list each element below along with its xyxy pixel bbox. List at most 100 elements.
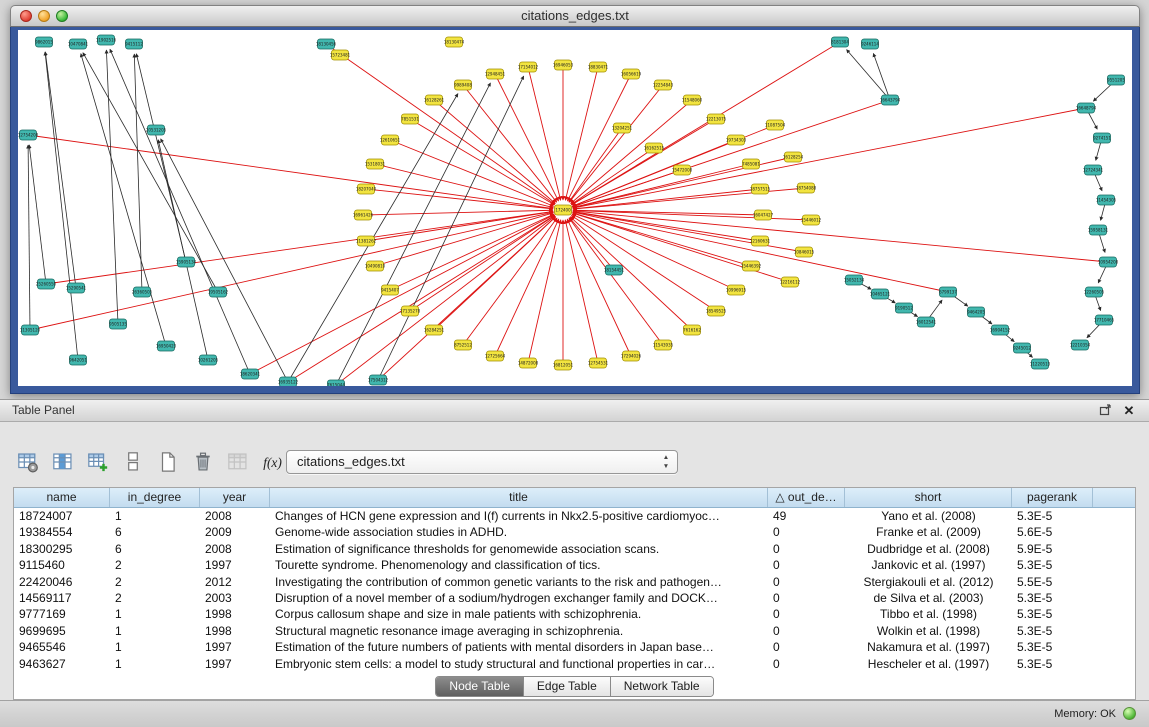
graph-node[interactable]: 25260550 <box>36 279 57 289</box>
graph-node[interactable]: 15446012 <box>801 215 822 225</box>
graph-node[interactable]: 17710465 <box>1094 315 1115 325</box>
graph-node[interactable]: 16812051 <box>553 360 574 370</box>
graph-node[interactable]: 17135278 <box>400 306 421 316</box>
graph-node[interactable]: 15723481 <box>330 50 351 60</box>
graph-node[interactable]: 12610651 <box>380 135 401 145</box>
graph-node[interactable]: 12210354 <box>1070 340 1091 350</box>
column-header-out_de[interactable]: △ out_de… <box>768 488 845 507</box>
delete-table-icon[interactable] <box>189 448 217 476</box>
graph-node[interactable]: 16047427 <box>753 210 774 220</box>
table-row[interactable]: 946554611997Estimation of the future num… <box>14 639 1135 655</box>
graph-node[interactable]: 11548060 <box>682 95 703 105</box>
add-column-icon[interactable] <box>84 448 112 476</box>
graph-node[interactable]: 9551205 <box>1107 75 1125 85</box>
graph-node[interactable]: 15446392 <box>741 261 762 271</box>
graph-node[interactable]: 11087504 <box>765 120 786 130</box>
graph-node[interactable]: 18130456 <box>316 39 337 49</box>
graph-node[interactable]: 16643794 <box>880 95 901 105</box>
graph-node[interactable]: 11305120 <box>20 325 41 335</box>
graph-node[interactable]: 11454305 <box>1096 195 1117 205</box>
graph-node[interactable]: 15958131 <box>1088 225 1109 235</box>
table-row[interactable]: 1456911722003Disruption of a novel membe… <box>14 590 1135 606</box>
graph-node[interactable]: 11902516 <box>96 35 117 45</box>
graph-node[interactable]: 15318031 <box>365 159 386 169</box>
graph-node[interactable]: 10996915 <box>726 285 747 295</box>
table-row[interactable]: 911546021997Tourette syndrome. Phenomeno… <box>14 557 1135 573</box>
graph-node[interactable]: 9989408 <box>454 80 472 90</box>
graph-node[interactable]: 26360505 <box>132 287 153 297</box>
tab-network-table[interactable]: Network Table <box>611 677 713 696</box>
column-header-pagerank[interactable]: pagerank <box>1012 488 1093 507</box>
graph-node[interactable]: 11220513 <box>1030 359 1051 369</box>
graph-node[interactable]: 18130474 <box>444 37 465 47</box>
graph-node[interactable]: 16012541 <box>916 317 937 327</box>
graph-node[interactable]: 172400 <box>555 205 572 215</box>
graph-node[interactable]: 12754208 <box>18 130 39 140</box>
graph-node[interactable]: 16961426 <box>353 210 374 220</box>
graph-node[interactable]: 10261205 <box>198 355 219 365</box>
graph-node[interactable]: 13204251 <box>612 123 633 133</box>
close-panel-icon[interactable]: ✕ <box>1121 403 1137 419</box>
graph-node[interactable]: 19505162 <box>208 287 229 297</box>
graph-node[interactable]: 16056619 <box>621 69 642 79</box>
network-window-titlebar[interactable]: citations_edges.txt <box>10 5 1140 27</box>
minimize-window-button[interactable] <box>38 10 50 22</box>
column-header-in_degree[interactable]: in_degree <box>110 488 200 507</box>
graph-node[interactable]: 7615044 <box>327 380 345 386</box>
graph-node[interactable]: 7851531 <box>401 114 419 124</box>
graph-node[interactable]: 17154012 <box>518 62 539 72</box>
graph-node[interactable]: 19734303 <box>726 135 747 145</box>
graph-node[interactable]: 9862015 <box>35 37 53 47</box>
graph-node[interactable]: 12213075 <box>706 114 727 124</box>
graph-node[interactable]: 11381262 <box>356 236 377 246</box>
graph-node[interactable]: 15905134 <box>176 257 197 267</box>
graph-node[interactable]: 16950423 <box>156 341 177 351</box>
graph-node[interactable]: 11543935 <box>653 340 674 350</box>
graph-node[interactable]: 6799137 <box>939 287 957 297</box>
graph-node[interactable]: 18830471 <box>588 62 609 72</box>
tab-node-table[interactable]: Node Table <box>436 677 524 696</box>
table-row[interactable]: 969969511998Structural magnetic resonanc… <box>14 623 1135 639</box>
graph-node[interactable]: 12216112 <box>780 277 801 287</box>
graph-node[interactable]: 14872008 <box>518 358 539 368</box>
column-header-name[interactable]: name <box>14 488 110 507</box>
graph-node[interactable]: 18154451 <box>604 265 625 275</box>
graph-node[interactable]: 10954208 <box>1098 257 1119 267</box>
table-row[interactable]: 1830029562008Estimation of significance … <box>14 541 1135 557</box>
graph-node[interactable]: 10470841 <box>68 39 89 49</box>
float-panel-icon[interactable] <box>1097 403 1113 419</box>
graph-node[interactable]: 9415407 <box>381 285 399 295</box>
graph-node[interactable]: 12724341 <box>1083 165 1104 175</box>
graph-node[interactable]: 9245012 <box>1013 343 1031 353</box>
graph-node[interactable]: 18754088 <box>796 183 817 193</box>
graph-node[interactable]: 18549525 <box>706 306 727 316</box>
close-window-button[interactable] <box>20 10 32 22</box>
network-canvas[interactable]: 1724001604742712160631154463921099691518… <box>18 30 1132 386</box>
graph-node[interactable]: 9415112 <box>125 39 143 49</box>
graph-node[interactable]: 12725664 <box>485 351 506 361</box>
table-row[interactable]: 977716911998Corpus callosum shape and si… <box>14 606 1135 622</box>
graph-node[interactable]: 8752512 <box>454 340 472 350</box>
citation-network-graph[interactable]: 1724001604742712160631154463921099691518… <box>18 30 1132 386</box>
import-table-icon[interactable] <box>224 448 252 476</box>
graph-node[interactable]: 9246114 <box>861 39 879 49</box>
graph-node[interactable]: 18757515 <box>750 184 771 194</box>
table-row[interactable]: 1938455462009Genome-wide association stu… <box>14 524 1135 540</box>
new-table-icon[interactable] <box>154 448 182 476</box>
graph-node[interactable]: 18207040 <box>356 184 377 194</box>
select-columns-icon[interactable] <box>49 448 77 476</box>
graph-node[interactable]: 9505135 <box>109 319 127 329</box>
graph-node[interactable]: 16128261 <box>424 95 445 105</box>
graph-node[interactable]: 18620341 <box>240 369 261 379</box>
graph-node[interactable]: 16648794 <box>1076 103 1097 113</box>
table-row[interactable]: 946362711997Embryonic stem cells: a mode… <box>14 656 1135 672</box>
graph-node[interactable]: 10465121 <box>870 289 891 299</box>
graph-node[interactable]: 12754531 <box>588 358 609 368</box>
graph-node[interactable]: 10846015 <box>794 247 815 257</box>
graph-node[interactable]: 9464205 <box>967 307 985 317</box>
graph-node[interactable]: 17294026 <box>621 351 642 361</box>
zoom-window-button[interactable] <box>56 10 68 22</box>
graph-node[interactable]: 16946053 <box>553 60 574 70</box>
column-header-short[interactable]: short <box>845 488 1012 507</box>
graph-node[interactable]: 20531205 <box>146 125 167 135</box>
